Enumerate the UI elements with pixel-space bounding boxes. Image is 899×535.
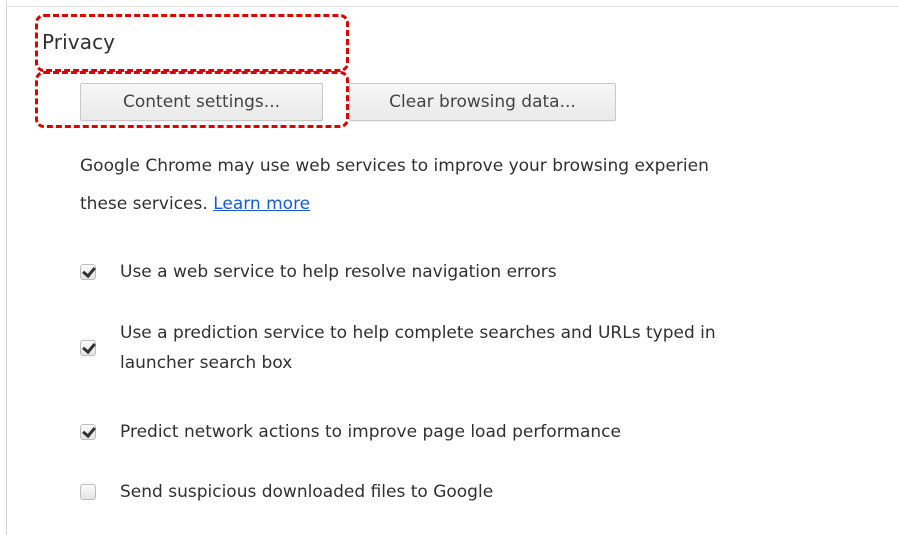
navigation-errors-label: Use a web service to help resolve naviga…: [120, 262, 557, 282]
privacy-description: Google Chrome may use web services to im…: [80, 147, 899, 223]
privacy-description-line-1: Google Chrome may use web services to im…: [80, 156, 709, 176]
option-send-suspicious-files[interactable]: Send suspicious downloaded files to Goog…: [80, 478, 493, 506]
prediction-service-label: Use a prediction service to help complet…: [120, 318, 716, 378]
navigation-errors-checkbox[interactable]: [80, 264, 96, 280]
content-left-border: [6, 0, 7, 535]
send-suspicious-files-checkbox[interactable]: [80, 484, 96, 500]
option-prediction-service[interactable]: Use a prediction service to help complet…: [80, 318, 716, 378]
prediction-service-checkbox[interactable]: [80, 340, 96, 356]
privacy-description-line-2-text: these services.: [80, 194, 208, 214]
option-predict-network-actions[interactable]: Predict network actions to improve page …: [80, 418, 621, 446]
settings-page: Privacy Content settings... Clear browsi…: [0, 0, 899, 535]
content-settings-button[interactable]: Content settings...: [80, 83, 323, 121]
content-top-border: [6, 6, 899, 7]
prediction-service-label-line-1: Use a prediction service to help complet…: [120, 323, 716, 343]
prediction-service-label-line-2: launcher search box: [120, 353, 293, 373]
predict-network-actions-label: Predict network actions to improve page …: [120, 422, 621, 442]
privacy-description-line-2: these services. Learn more: [80, 185, 899, 223]
option-navigation-errors[interactable]: Use a web service to help resolve naviga…: [80, 258, 557, 286]
learn-more-link[interactable]: Learn more: [213, 194, 310, 214]
clear-browsing-data-button[interactable]: Clear browsing data...: [349, 83, 616, 121]
privacy-section-title: Privacy: [42, 30, 116, 54]
send-suspicious-files-label: Send suspicious downloaded files to Goog…: [120, 482, 494, 502]
predict-network-actions-checkbox[interactable]: [80, 424, 96, 440]
